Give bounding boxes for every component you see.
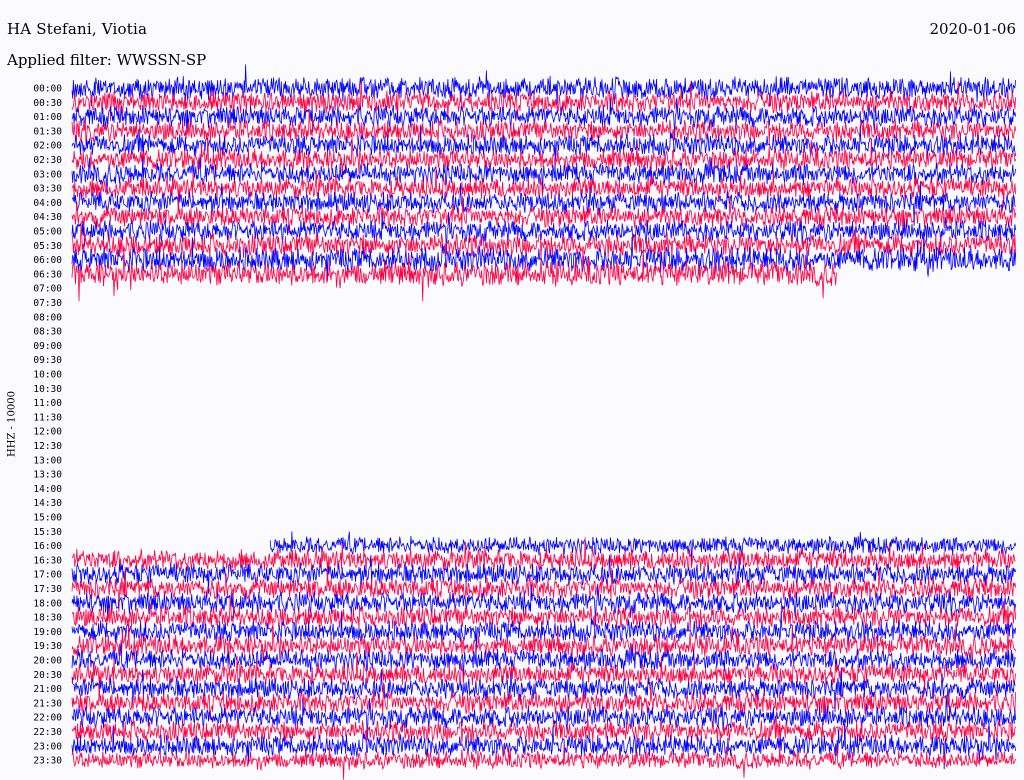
trace-line-0230: [71, 133, 1016, 183]
row-time-label: 14:00: [33, 484, 62, 495]
helicorder-plot: 00:00 00:30 01:00 01:30 02:00 02:30 03:00 03:30…: [33, 64, 1017, 780]
trace-line-2100: [71, 667, 1016, 712]
row-time-label: 02:30: [33, 155, 62, 166]
row-time-label: 22:30: [33, 727, 62, 738]
row-time-label: 23:30: [33, 756, 62, 767]
row-time-label: 16:00: [33, 541, 62, 552]
row-time-label: 06:00: [33, 255, 62, 266]
row-time-label: 03:00: [33, 169, 62, 180]
row-time-label: 09:30: [33, 355, 62, 366]
row-time-label: 10:30: [33, 384, 62, 395]
row-time-label: 07:00: [33, 284, 62, 295]
row-time-label: 11:30: [33, 412, 62, 423]
row-time-label: 17:30: [33, 584, 62, 595]
row-time-label: 05:00: [33, 227, 62, 238]
row-time-label: 12:00: [33, 427, 62, 438]
row-time-label: 04:00: [33, 198, 62, 209]
row-time-label: 04:30: [33, 212, 62, 223]
row-time-label: 05:30: [33, 241, 62, 252]
row-time-label: 18:00: [33, 598, 62, 609]
row-time-label: 01:00: [33, 112, 62, 123]
row-time-label: 13:00: [33, 455, 62, 466]
row-time-label: 09:00: [33, 341, 62, 352]
row-time-label: 21:30: [33, 698, 62, 709]
row-time-label: 13:30: [33, 470, 62, 481]
row-time-label: 00:00: [33, 84, 62, 95]
row-time-label: 08:00: [33, 312, 62, 323]
row-time-label: 21:00: [33, 684, 62, 695]
row-time-label: 20:30: [33, 670, 62, 681]
row-time-label: 08:30: [33, 327, 62, 338]
row-time-label: 02:00: [33, 141, 62, 152]
row-time-label: 07:30: [33, 298, 62, 309]
row-time-label: 19:00: [33, 627, 62, 638]
seismic-traces: [71, 64, 1017, 780]
row-time-label: 12:30: [33, 441, 62, 452]
row-time-label: 14:30: [33, 498, 62, 509]
row-time-label: 17:00: [33, 570, 62, 581]
row-time-label: 06:30: [33, 269, 62, 280]
row-time-label: 23:00: [33, 741, 62, 752]
row-time-label: 15:00: [33, 513, 62, 524]
row-labels: 00:00 00:30 01:00 01:30 02:00 02:30 03:00 03:30…: [33, 84, 62, 767]
row-time-label: 10:00: [33, 370, 62, 381]
row-time-label: 00:30: [33, 98, 62, 109]
row-time-label: 03:30: [33, 184, 62, 195]
row-time-label: 19:30: [33, 641, 62, 652]
row-time-label: 22:00: [33, 713, 62, 724]
row-time-label: 18:30: [33, 613, 62, 624]
row-time-label: 11:00: [33, 398, 62, 409]
row-time-label: 16:30: [33, 555, 62, 566]
row-time-label: 20:00: [33, 656, 62, 667]
row-time-label: 01:30: [33, 126, 62, 137]
row-time-label: 15:30: [33, 527, 62, 538]
